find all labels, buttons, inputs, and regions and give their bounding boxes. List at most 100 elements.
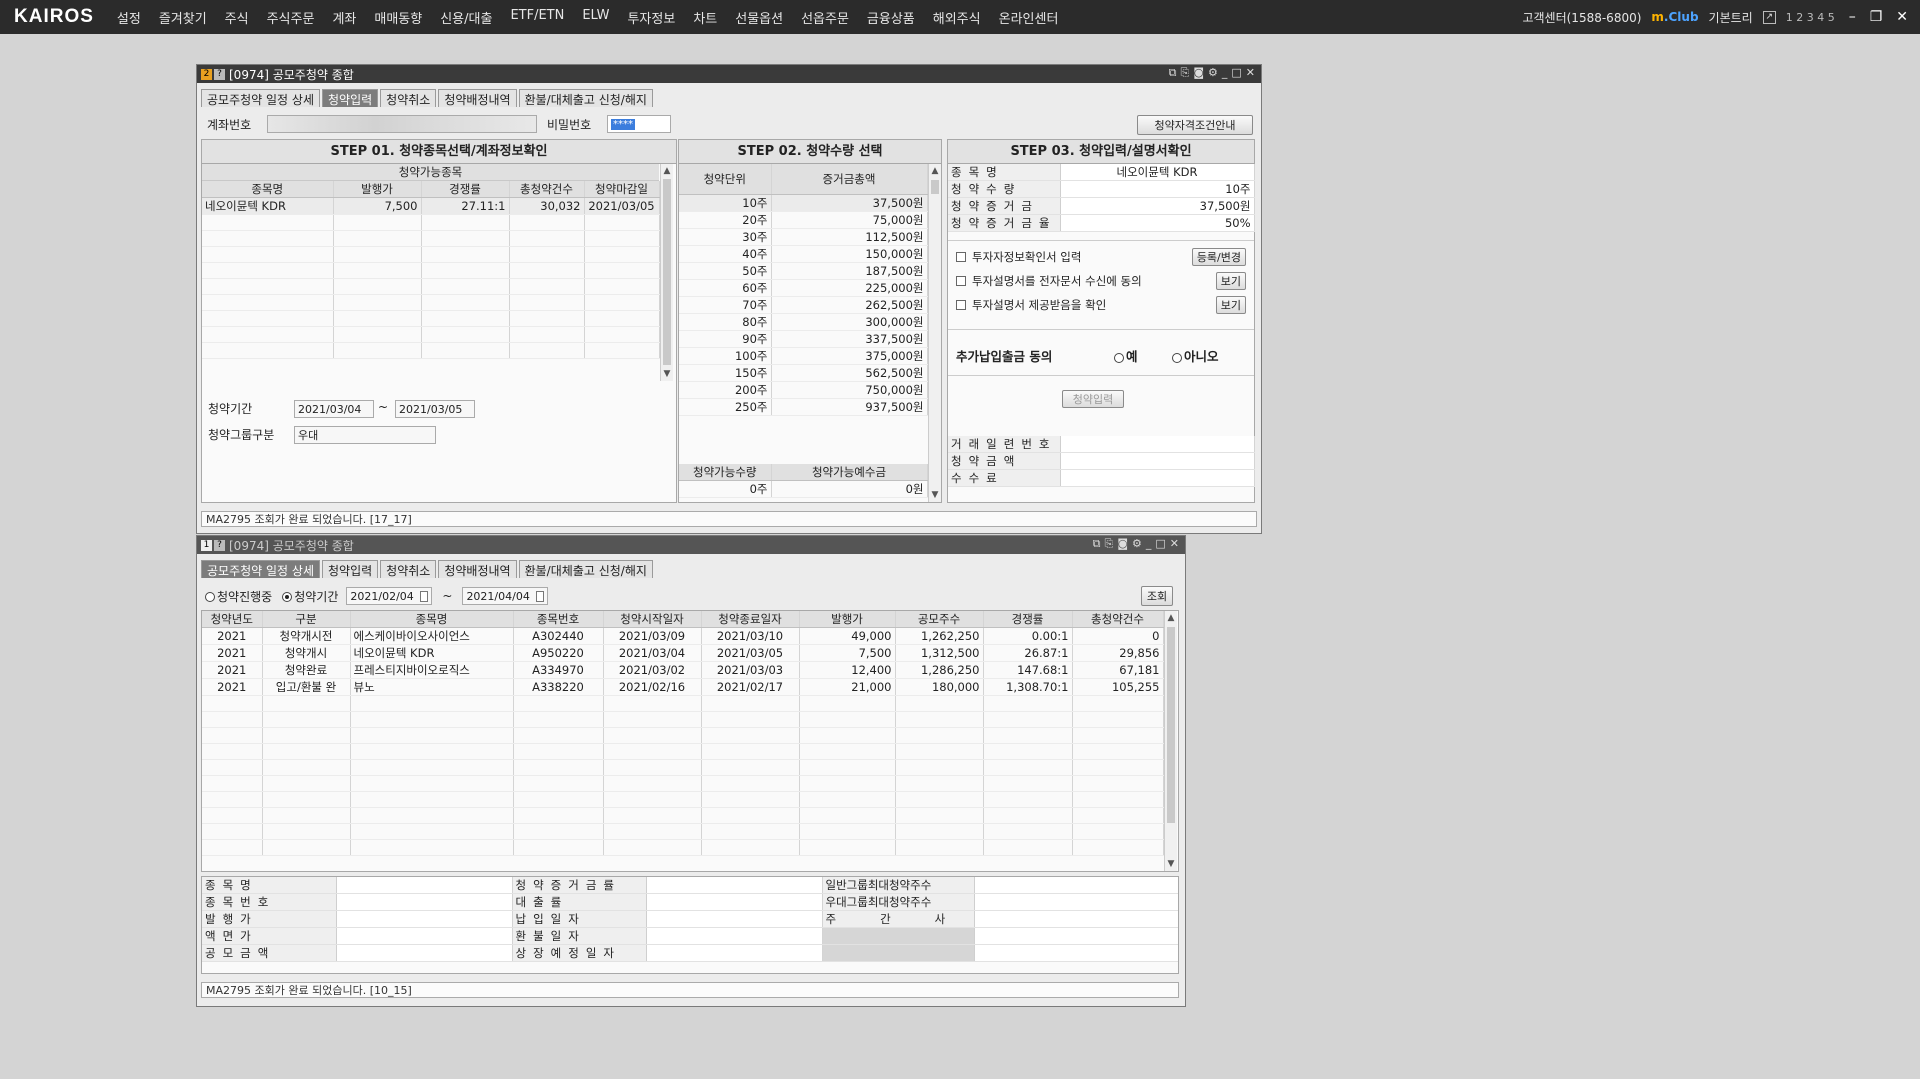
quantity-row[interactable]: 80주 300,000원 (679, 313, 928, 331)
period-from-field[interactable]: 2021/03/04 (294, 400, 374, 418)
quantity-row[interactable]: 250주 937,500원 (679, 398, 928, 416)
close-icon[interactable]: ✕ (1246, 66, 1255, 80)
quantity-row[interactable]: 10주 37,500원 (679, 194, 928, 212)
expand-icon[interactable]: ↗ (1762, 10, 1776, 24)
register-change-button[interactable]: 등록/변경 (1191, 248, 1246, 266)
table-row[interactable]: 2021 입고/환불 완 뷰노 A338220 2021/02/16 2021/02/17… (202, 678, 1164, 696)
tab-item[interactable]: 청약배정내역 (438, 560, 517, 578)
calendar-icon[interactable] (419, 590, 429, 602)
date-to-field[interactable]: 2021/04/04 (462, 587, 549, 605)
table-row[interactable] (202, 711, 1164, 728)
help-icon[interactable]: ? (214, 68, 225, 80)
consent-no-radio[interactable]: 아니오 (1172, 346, 1219, 365)
table-row[interactable]: 2021 청약개시전 에스케이바이오사이언스 A302440 2021/03/09 202… (202, 627, 1164, 645)
table-row[interactable] (202, 743, 1164, 760)
menu-item[interactable]: 투자정보 (618, 8, 684, 27)
menu-item[interactable]: 금융상품 (858, 8, 924, 27)
tab-item[interactable]: 청약배정내역 (438, 89, 517, 107)
maximize-icon[interactable]: □ (1231, 66, 1241, 80)
step1-scrollbar[interactable]: ▲ ▼ (660, 164, 673, 381)
table-row[interactable] (202, 278, 660, 295)
ongoing-radio[interactable]: 청약진행중 (205, 588, 272, 605)
table-row[interactable]: 2021 청약완료 프레스티지바이오로직스 A334970 2021/03/02 2021… (202, 661, 1164, 679)
customer-center-link[interactable]: 고객센터(1588-6800) (1522, 9, 1641, 26)
window-titlebar[interactable]: 1 ? [0974] 공모주청약 종합 ⧉ ⎘ ◙ ⚙ _ □ ✕ (197, 536, 1185, 554)
quantity-row[interactable]: 50주 187,500원 (679, 262, 928, 280)
menu-item[interactable]: 매매동향 (365, 8, 431, 27)
menu-item[interactable]: 주식주문 (258, 8, 324, 27)
agreement-checkbox[interactable] (956, 252, 966, 262)
help-icon[interactable]: ? (214, 539, 225, 551)
table-row[interactable] (202, 775, 1164, 792)
close-icon[interactable]: ✕ (1896, 9, 1908, 25)
camera-icon[interactable]: ◙ (1117, 537, 1128, 551)
password-field[interactable]: **** (607, 115, 671, 133)
table-row[interactable] (202, 807, 1164, 824)
quantity-row[interactable]: 90주 337,500원 (679, 330, 928, 348)
menu-item[interactable]: 선옵주문 (792, 8, 858, 27)
table-row[interactable] (202, 246, 660, 263)
menu-item[interactable]: 신용/대출 (431, 8, 501, 27)
link-icon[interactable]: ⧉ (1169, 66, 1177, 80)
step2-scrollbar[interactable]: ▲ ▼ (928, 164, 941, 502)
menu-item[interactable]: 차트 (684, 8, 726, 27)
table-row[interactable] (202, 727, 1164, 744)
table-row[interactable] (202, 326, 660, 343)
menu-item[interactable]: 계좌 (323, 8, 365, 27)
page-selector[interactable]: 1 2 3 4 5 (1786, 11, 1835, 24)
minimize-icon[interactable]: _ (1146, 537, 1152, 551)
consent-yes-radio[interactable]: 예 (1114, 346, 1172, 365)
calendar-icon[interactable] (535, 590, 545, 602)
submit-subscription-button[interactable]: 청약입력 (1062, 390, 1124, 408)
quantity-row[interactable]: 60주 225,000원 (679, 279, 928, 297)
table-row[interactable] (202, 230, 660, 247)
camera-icon[interactable]: ◙ (1193, 66, 1204, 80)
search-button[interactable]: 조회 (1141, 586, 1173, 606)
table-row[interactable] (202, 839, 1164, 856)
table-row[interactable]: 2021 청약개시 네오이뮨텍 KDR A950220 2021/03/04 2021/0… (202, 644, 1164, 662)
table-row[interactable] (202, 791, 1164, 808)
tab-item[interactable]: 청약취소 (380, 560, 437, 578)
basic-tree-menu[interactable]: 기본트리 (1709, 9, 1753, 26)
mclub-link[interactable]: m.Club (1651, 10, 1698, 24)
quantity-row[interactable]: 40주 150,000원 (679, 245, 928, 263)
tab-item[interactable]: 공모주청약 일정 상세 (201, 560, 320, 578)
account-number-field[interactable] (267, 115, 537, 133)
quantity-row[interactable]: 70주 262,500원 (679, 296, 928, 314)
link-icon[interactable]: ⧉ (1093, 537, 1101, 551)
quantity-row[interactable]: 20주 75,000원 (679, 211, 928, 229)
quantity-row[interactable]: 150주 562,500원 (679, 364, 928, 382)
menu-item[interactable]: 주식 (216, 8, 258, 27)
restore-icon[interactable]: ❐ (1870, 9, 1883, 25)
menu-item[interactable]: 해외주식 (924, 8, 990, 27)
tab-item[interactable]: 공모주청약 일정 상세 (201, 89, 320, 107)
table-row[interactable] (202, 759, 1164, 776)
gear-icon[interactable]: ⚙ (1208, 66, 1218, 80)
menu-item[interactable]: 설정 (108, 8, 150, 27)
quantity-row[interactable]: 100주 375,000원 (679, 347, 928, 365)
tab-item[interactable]: 청약취소 (380, 89, 437, 107)
agreement-checkbox[interactable] (956, 276, 966, 286)
copy-icon[interactable]: ⎘ (1105, 537, 1114, 551)
window-number-badge[interactable]: 2 (201, 68, 212, 80)
period-radio[interactable]: 청약기간 (282, 588, 338, 605)
table-row[interactable] (202, 823, 1164, 840)
table-row[interactable] (202, 294, 660, 311)
table-row[interactable] (202, 262, 660, 279)
table-row[interactable] (202, 310, 660, 327)
tab-item[interactable]: 환불/대체출고 신청/해지 (518, 560, 653, 578)
menu-item[interactable]: 선물옵션 (726, 8, 792, 27)
quantity-row[interactable]: 30주 112,500원 (679, 228, 928, 246)
gear-icon[interactable]: ⚙ (1132, 537, 1142, 551)
menu-item[interactable]: ELW (573, 8, 618, 27)
copy-icon[interactable]: ⎘ (1181, 66, 1190, 80)
quantity-row[interactable]: 200주 750,000원 (679, 381, 928, 399)
tab-item[interactable]: 환불/대체출고 신청/해지 (518, 89, 653, 107)
tab-item[interactable]: 청약입력 (322, 89, 379, 107)
agreement-checkbox[interactable] (956, 300, 966, 310)
view-button[interactable]: 보기 (1215, 296, 1246, 314)
minimize-icon[interactable]: _ (1222, 66, 1228, 80)
tab-item[interactable]: 청약입력 (322, 560, 379, 578)
schedule-scrollbar[interactable]: ▲ ▼ (1164, 611, 1177, 871)
group-field[interactable]: 우대 (294, 426, 436, 444)
